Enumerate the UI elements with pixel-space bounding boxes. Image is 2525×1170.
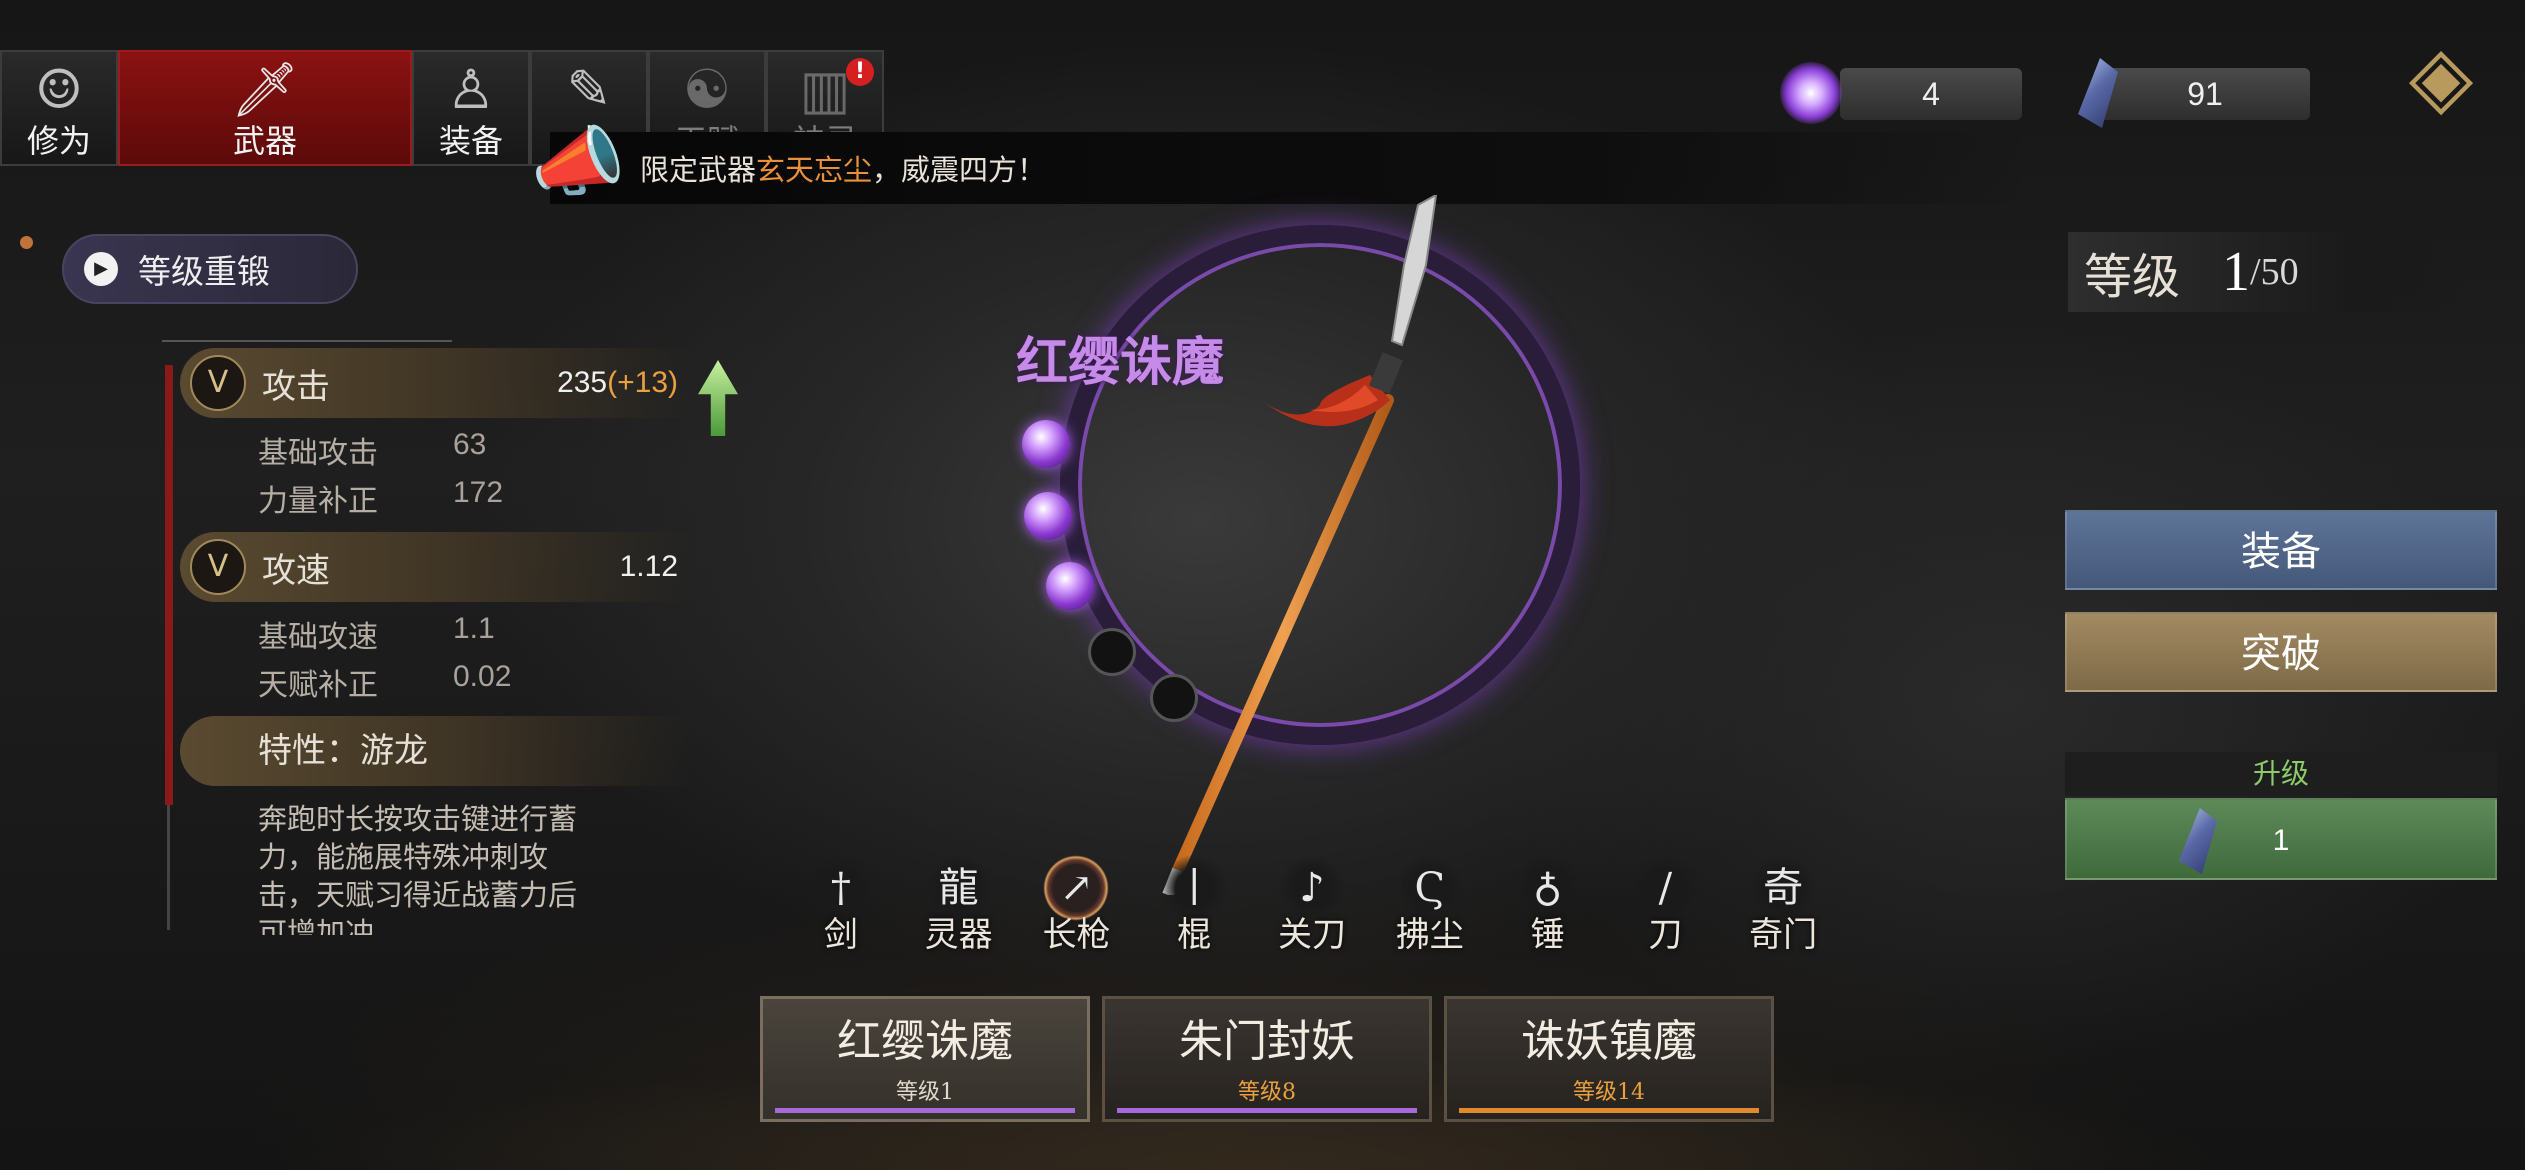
weapon-card-name: 朱门封妖 xyxy=(1179,1016,1355,1067)
rarity-bar xyxy=(1117,1108,1417,1113)
speed-header[interactable]: V 攻速 1.12 xyxy=(180,532,690,602)
upgrade-label: 升级 xyxy=(2065,752,2497,796)
stat-row-label: 基础攻速 xyxy=(258,620,378,655)
level-max: /50 xyxy=(2250,251,2299,293)
stat-row-value: 172 xyxy=(453,476,504,509)
level-display: 等级 1 /50 xyxy=(2068,232,2478,312)
category-staff[interactable]: ∣ 棍 xyxy=(1135,855,1253,965)
crystal-icon xyxy=(2179,808,2217,874)
stat-row-label: 力量补正 xyxy=(258,484,378,519)
category-label: 剑 xyxy=(823,915,858,955)
back-icon[interactable]: ◈ xyxy=(2395,30,2487,122)
category-label: 关刀 xyxy=(1278,915,1347,955)
horn-icon: 📣 xyxy=(530,117,626,206)
reforge-label: 等级重锻 xyxy=(138,252,270,291)
category-sword[interactable]: † 剑 xyxy=(782,855,900,965)
stat-accent-bar xyxy=(165,365,173,805)
upgrade-button[interactable]: 1 xyxy=(2065,798,2497,880)
divider xyxy=(162,340,452,342)
trait-header: 特性：游龙 xyxy=(180,716,690,786)
weapon-card-level: 等级8 xyxy=(1238,1080,1296,1105)
collapse-chevron-icon[interactable]: V xyxy=(190,539,246,595)
announcement-highlight: 玄天忘尘 xyxy=(756,153,873,187)
announcement-banner: 限定武器 玄天忘尘 ，威震四方！ xyxy=(550,132,2030,204)
stat-row-value: 1.1 xyxy=(453,612,495,645)
collapse-chevron-icon[interactable]: V xyxy=(190,355,246,411)
category-hammer[interactable]: ♁ 锤 xyxy=(1489,855,1607,965)
gem-slot-filled xyxy=(1022,420,1070,468)
rarity-bar xyxy=(775,1108,1075,1113)
speed-label: 攻速 xyxy=(262,550,330,591)
level-reforge-button[interactable]: ▶ 等级重锻 xyxy=(62,234,358,304)
tab-label: 装备 xyxy=(438,122,503,160)
category-qimen[interactable]: 奇奇门 xyxy=(1724,855,1842,965)
attack-total: 235 xyxy=(557,366,608,399)
category-guandao[interactable]: ♪ 关刀 xyxy=(1253,855,1371,965)
stat-row-label: 基础攻击 xyxy=(258,436,378,471)
face-icon: ☺ xyxy=(34,58,84,121)
speed-value: 1.12 xyxy=(619,550,678,583)
weapon-card[interactable]: 朱门封妖 等级8 xyxy=(1102,996,1432,1122)
equip-button[interactable]: 装备 xyxy=(2065,510,2497,590)
taiji-icon: ☯ xyxy=(682,58,732,121)
upgrade-cost: 1 xyxy=(2272,824,2290,857)
tab-label: 武器 xyxy=(232,122,297,160)
category-blade[interactable]: ∕ 刀 xyxy=(1606,855,1724,965)
weapon-card[interactable]: 红缨诛魔 等级1 xyxy=(760,996,1090,1122)
category-label: 灵器 xyxy=(924,915,993,955)
category-whisk[interactable]: Ϛ 拂尘 xyxy=(1371,855,1489,965)
stat-accent-line xyxy=(167,805,170,930)
sword-icon: 🗡 xyxy=(230,58,300,121)
crystal-currency-value: 91 xyxy=(2100,68,2310,120)
attack-value: 235(+13) xyxy=(557,366,678,400)
tab-equipment[interactable]: ♙ 装备 xyxy=(412,50,530,166)
weapon-card[interactable]: 诛妖镇魔 等级14 xyxy=(1444,996,1774,1122)
stat-row-value: 0.02 xyxy=(453,660,512,693)
rarity-bar xyxy=(1459,1108,1759,1113)
announcement-prefix: 限定武器 xyxy=(640,153,757,187)
stat-row: 基础攻速 1.1 xyxy=(258,612,495,656)
weapon-card-level: 等级14 xyxy=(1573,1080,1645,1105)
gem-slot-filled xyxy=(1024,492,1072,540)
attack-label: 攻击 xyxy=(262,366,330,407)
spear-illustration xyxy=(1162,195,1438,895)
alert-badge: ! xyxy=(846,58,874,86)
stat-row-value: 63 xyxy=(453,428,487,461)
play-icon: ▶ xyxy=(84,252,118,286)
category-label: 刀 xyxy=(1648,915,1683,955)
announcement-suffix: ，威震四方！ xyxy=(872,153,1047,187)
robe-icon: ♙ xyxy=(446,58,496,121)
gem-slot-empty xyxy=(1088,628,1136,676)
orb-currency-value: 4 xyxy=(1840,68,2022,120)
category-label: 锤 xyxy=(1530,915,1565,955)
tab-weapon[interactable]: 🗡 武器 xyxy=(118,50,412,166)
tablet-icon: ▥ xyxy=(799,58,851,121)
level-label: 等级 xyxy=(2084,249,2181,305)
stat-row: 天赋补正 0.02 xyxy=(258,660,511,704)
tab-label: 修为 xyxy=(26,122,91,160)
category-spirit-artifact[interactable]: 龍灵器 xyxy=(900,855,1018,965)
trait-description: 奔跑时长按攻击键进行蓄力，能施展特殊冲刺攻击，天赋习得近战蓄力后可增加冲 xyxy=(258,802,578,935)
stat-row: 力量补正 172 xyxy=(258,476,503,520)
level-current: 1 xyxy=(2222,241,2251,303)
weapon-card-level: 等级1 xyxy=(896,1080,954,1105)
notice-dot xyxy=(20,236,33,249)
stat-row-label: 天赋补正 xyxy=(258,668,378,703)
attack-bonus: (+13) xyxy=(607,366,678,399)
weapon-card-name: 诛妖镇魔 xyxy=(1521,1016,1697,1067)
gem-slot-filled xyxy=(1046,562,1094,610)
tab-cultivation[interactable]: ☺ 修为 xyxy=(0,50,118,166)
weapon-category-bar: † 剑 龍灵器 ↗ 长枪 ∣ 棍 ♪ 关刀 Ϛ 拂尘 ♁ 锤 ∕ 刀 奇奇门 xyxy=(782,855,1842,965)
stat-row: 基础攻击 63 xyxy=(258,428,486,472)
category-label: 拂尘 xyxy=(1395,915,1464,955)
attack-header[interactable]: V 攻击 235(+13) xyxy=(180,348,690,418)
spirit-orb-icon xyxy=(1780,62,1842,124)
category-label: 长枪 xyxy=(1042,915,1111,955)
category-label: 奇门 xyxy=(1749,915,1818,955)
breakthrough-button[interactable]: 突破 xyxy=(2065,612,2497,692)
category-spear[interactable]: ↗ 长枪 xyxy=(1018,855,1136,965)
weapon-card-name: 红缨诛魔 xyxy=(837,1016,1013,1067)
category-label: 棍 xyxy=(1177,915,1212,955)
